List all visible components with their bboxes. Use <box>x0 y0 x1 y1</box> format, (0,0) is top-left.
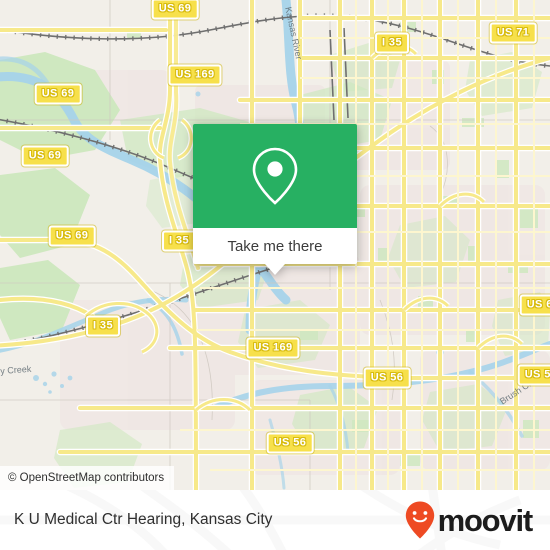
road-shield: US 69 <box>151 0 199 20</box>
road-shield: US 56 <box>517 364 550 386</box>
moovit-logo[interactable]: moovit <box>404 500 534 540</box>
moovit-map-screenshot: Kansas River y Creek Brush Creek US 69 U… <box>0 0 550 550</box>
road-shield: I 35 <box>86 315 120 337</box>
map-viewport[interactable]: Kansas River y Creek Brush Creek US 69 U… <box>0 0 550 490</box>
road-shield: I 35 <box>375 32 409 54</box>
moovit-pin-icon <box>405 501 434 539</box>
road-shield: US 69 <box>48 225 96 247</box>
place-title: K U Medical Ctr Hearing, Kansas City <box>14 511 273 528</box>
map-popup-card[interactable]: Take me there <box>193 124 357 275</box>
take-me-there-label: Take me there <box>227 237 323 255</box>
osm-attribution[interactable]: © OpenStreetMap contributors <box>0 466 175 490</box>
road-shield: I 35 <box>162 230 196 252</box>
road-shield: US 69 <box>34 83 82 105</box>
moovit-wordmark: moovit <box>437 502 534 538</box>
road-shield: US 69 <box>21 145 69 167</box>
map-pin-icon <box>252 147 298 205</box>
road-shield: US 71 <box>489 22 537 44</box>
footer-bar: K U Medical Ctr Hearing, Kansas City moo… <box>0 490 550 550</box>
map-label-turkey-creek: y Creek <box>0 363 32 376</box>
road-shield: US 56 <box>266 432 314 454</box>
road-shield: US 169 <box>168 64 222 86</box>
popup-image-panel <box>193 124 357 228</box>
road-shield: US 169 <box>246 337 300 359</box>
road-shield: US 56 <box>363 367 411 389</box>
road-shield: US 69 <box>519 294 550 316</box>
popup-tail <box>265 264 285 275</box>
take-me-there-button[interactable]: Take me there <box>193 228 357 264</box>
